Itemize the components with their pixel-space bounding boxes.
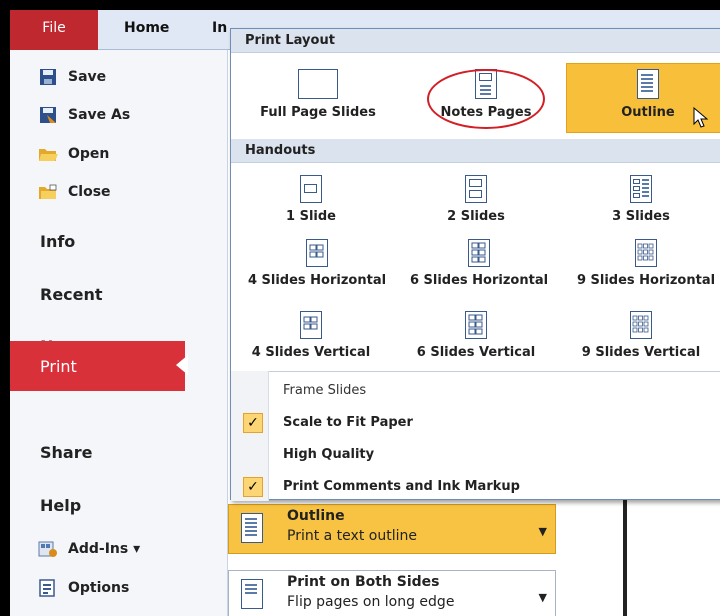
handout-1-slide[interactable]: 1 Slide [231,175,391,224]
option-scale-to-fit[interactable]: Scale to Fit Paper [283,415,413,430]
nav-print-label: Print [40,357,77,376]
open-label: Open [68,146,110,162]
tab-file[interactable]: File [10,10,98,50]
open-folder-icon [38,145,58,163]
print-layout-subtitle: Print a text outline [287,528,417,544]
chevron-down-icon: ▼ [538,525,547,538]
option-print-comments[interactable]: Print Comments and Ink Markup [283,479,520,494]
nav-help[interactable]: Help [40,496,81,515]
options-icon [38,579,58,597]
nav-info[interactable]: Info [40,232,75,251]
duplex-title: Print on Both Sides [287,574,440,590]
outline-label: Outline [621,105,675,120]
save-icon [38,68,58,86]
chevron-down-icon: ▼ [538,591,547,604]
option-frame-slides[interactable]: Frame Slides [283,383,366,398]
options-command[interactable]: Options [38,575,129,601]
duplex-print-icon [241,579,263,609]
save-as-label: Save As [68,107,131,123]
nine-slides-vertical-label: 9 Slides Vertical [581,345,701,360]
handout-4-horizontal[interactable]: 4 Slides Horizontal [231,239,403,288]
backstage-nav [10,50,228,616]
addins-label: Add-Ins ▾ [68,541,141,557]
highlight-circle [427,69,545,129]
outline-page-icon [241,513,263,543]
close-folder-icon [38,183,58,201]
addins-icon [38,540,58,558]
options-label: Options [68,580,130,596]
check-icon: ✓ [243,413,263,433]
selection-arrow [176,355,188,375]
full-page-slide-icon [298,69,338,99]
tab-home[interactable]: Home [124,10,169,48]
nav-share[interactable]: Share [40,443,92,462]
handout-3-slides[interactable]: 3 Slides [561,175,720,224]
one-slide-icon [300,175,322,203]
six-slides-vertical-label: 6 Slides Vertical [416,345,536,360]
four-slides-horizontal-label: 4 Slides Horizontal [247,273,387,288]
four-slides-vertical-icon [300,311,322,339]
two-slides-icon [465,175,487,203]
option-high-quality[interactable]: High Quality [283,447,374,462]
app-window: File Home In Save Save As Open Close Inf… [10,10,720,616]
handouts-header: Handouts [231,139,720,163]
handout-6-horizontal[interactable]: 6 Slides Horizontal [399,239,559,288]
save-command[interactable]: Save [38,64,106,90]
three-slides-icon [630,175,652,203]
duplex-subtitle: Flip pages on long edge [287,594,455,610]
nav-print[interactable] [10,341,185,391]
tab-insert[interactable]: In [212,10,227,48]
print-layout-header: Print Layout [231,29,720,53]
print-layout-dropdown: Print Layout Full Page Slides Notes Page… [230,28,720,501]
close-command[interactable]: Close [38,179,111,205]
save-label: Save [68,69,107,85]
four-slides-horizontal-icon [306,239,328,267]
mouse-cursor-icon [693,106,709,133]
nav-recent[interactable]: Recent [40,285,103,304]
nine-slides-horizontal-label: 9 Slides Horizontal [576,273,716,288]
duplex-setting[interactable]: Print on Both Sides Flip pages on long e… [228,570,556,616]
nine-slides-horizontal-icon [635,239,657,267]
save-as-icon [38,106,58,124]
addins-command[interactable]: Add-Ins ▾ [38,536,140,562]
six-slides-horizontal-label: 6 Slides Horizontal [409,273,549,288]
preview-edge [623,490,627,616]
full-page-slides-label: Full Page Slides [260,105,376,120]
three-slides-label: 3 Slides [612,209,670,224]
outline-page-icon [637,69,659,99]
save-as-command[interactable]: Save As [38,102,130,128]
nine-slides-vertical-icon [630,311,652,339]
six-slides-vertical-icon [465,311,487,339]
two-slides-label: 2 Slides [447,209,505,224]
four-slides-vertical-label: 4 Slides Vertical [251,345,371,360]
handout-9-horizontal[interactable]: 9 Slides Horizontal [561,239,720,288]
six-slides-horizontal-icon [468,239,490,267]
handout-9-vertical[interactable]: 9 Slides Vertical [561,311,720,360]
handout-4-vertical[interactable]: 4 Slides Vertical [231,311,391,360]
one-slide-label: 1 Slide [286,209,336,224]
handout-6-vertical[interactable]: 6 Slides Vertical [396,311,556,360]
open-command[interactable]: Open [38,141,109,167]
print-layout-setting[interactable]: Outline Print a text outline ▼ [228,504,556,554]
close-label: Close [68,184,111,200]
print-layout-title: Outline [287,508,345,524]
handout-2-slides[interactable]: 2 Slides [396,175,556,224]
check-icon: ✓ [243,477,263,497]
layout-full-page-slides[interactable]: Full Page Slides [243,69,393,120]
